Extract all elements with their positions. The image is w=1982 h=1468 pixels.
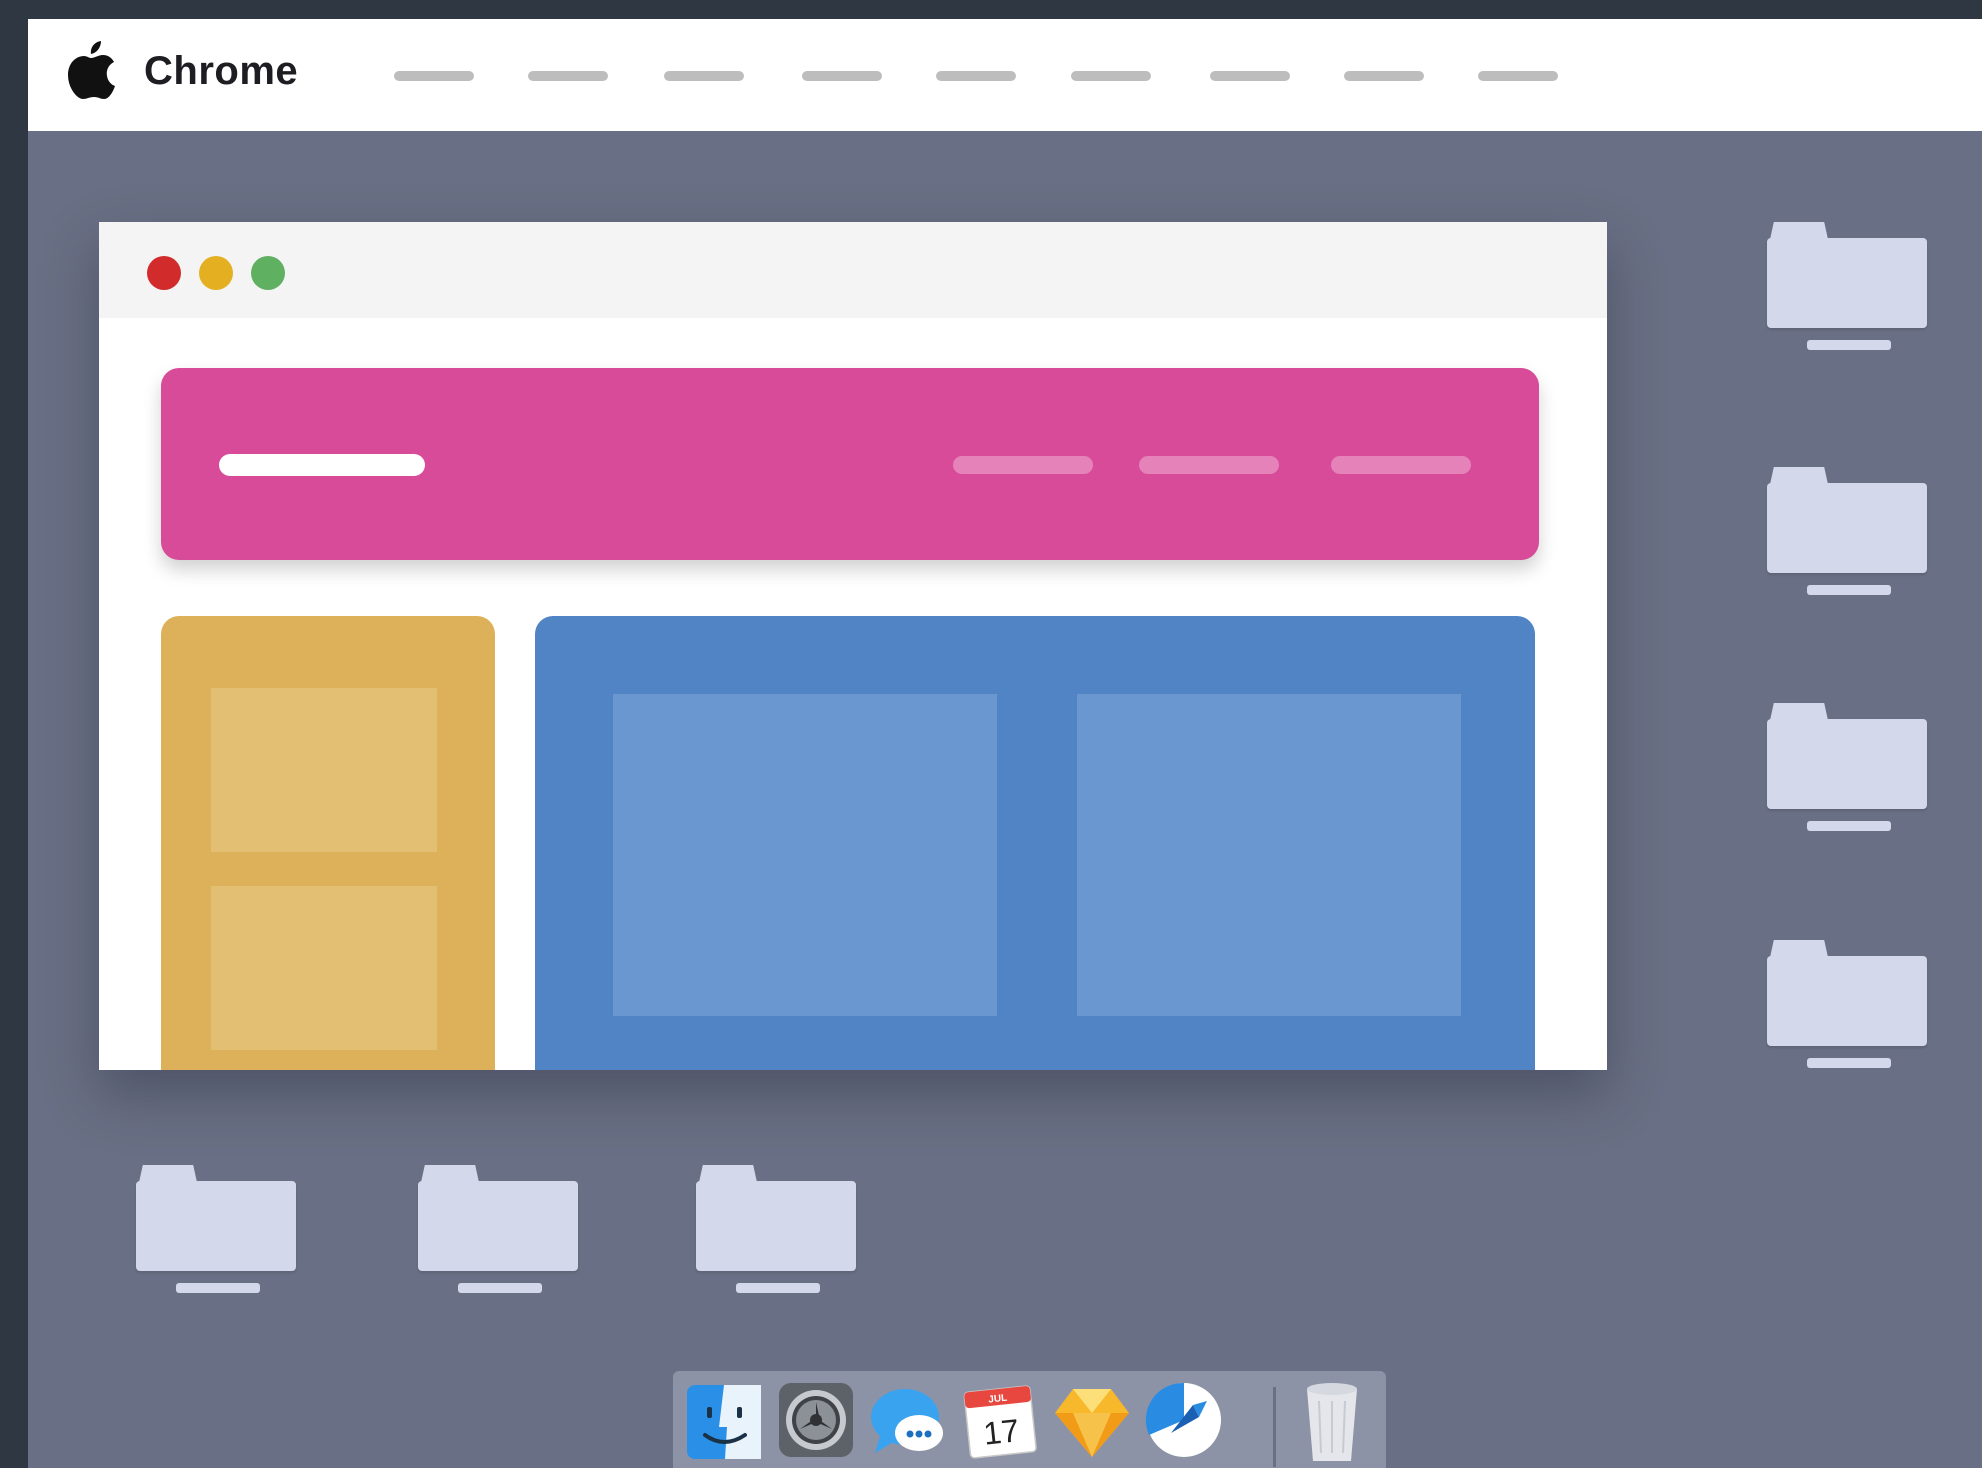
close-button[interactable] <box>147 256 181 290</box>
folder-icon[interactable] <box>1767 703 1927 831</box>
folder-label <box>1807 585 1891 595</box>
main-content-panel <box>535 616 1535 1070</box>
calendar-month: JUL <box>988 1393 1008 1406</box>
system-preferences-icon[interactable] <box>773 1377 859 1463</box>
menu-item-7[interactable] <box>1210 71 1290 81</box>
hero-title-placeholder <box>219 454 425 476</box>
calendar-day: 17 <box>982 1412 1021 1452</box>
dock: JUL 17 <box>673 1371 1386 1468</box>
folder-label <box>458 1283 542 1293</box>
menu-item-1[interactable] <box>394 71 474 81</box>
menu-item-4[interactable] <box>802 71 882 81</box>
sketch-icon[interactable] <box>1049 1377 1135 1463</box>
folder-label <box>736 1283 820 1293</box>
folder-label <box>1807 821 1891 831</box>
folder-icon[interactable] <box>418 1165 578 1293</box>
maximize-button[interactable] <box>251 256 285 290</box>
minimize-button[interactable] <box>199 256 233 290</box>
menu-item-2[interactable] <box>528 71 608 81</box>
folder-icon[interactable] <box>696 1165 856 1293</box>
menu-item-8[interactable] <box>1344 71 1424 81</box>
hero-nav-link-2[interactable] <box>1139 456 1279 474</box>
content-card-2 <box>1077 694 1461 1016</box>
folder-icon[interactable] <box>1767 222 1927 350</box>
hero-nav-link-3[interactable] <box>1331 456 1471 474</box>
hero-nav-link-1[interactable] <box>953 456 1093 474</box>
folder-icon[interactable] <box>136 1165 296 1293</box>
calendar-icon[interactable]: JUL 17 <box>957 1377 1043 1463</box>
browser-window[interactable] <box>99 222 1607 1070</box>
folder-label <box>1807 1058 1891 1068</box>
migration-icon[interactable] <box>1141 1377 1227 1463</box>
app-name[interactable]: Chrome <box>144 49 298 94</box>
folder-label <box>176 1283 260 1293</box>
apple-logo-icon[interactable] <box>64 39 118 101</box>
desktop: Chrome JUL 17 <box>28 19 1982 1468</box>
sidebar-panel <box>161 616 495 1070</box>
content-card-1 <box>613 694 997 1016</box>
trash-icon[interactable] <box>1289 1377 1375 1463</box>
sidebar-card-2 <box>211 886 437 1050</box>
folder-icon[interactable] <box>1767 940 1927 1068</box>
hero-banner <box>161 368 1539 560</box>
dock-separator <box>1273 1387 1276 1467</box>
menu-item-6[interactable] <box>1071 71 1151 81</box>
messages-icon[interactable] <box>865 1377 951 1463</box>
window-title-bar[interactable] <box>99 222 1607 318</box>
folder-label <box>1807 340 1891 350</box>
folder-icon[interactable] <box>1767 467 1927 595</box>
sidebar-card-1 <box>211 688 437 852</box>
menu-bar: Chrome <box>28 19 1982 131</box>
finder-icon[interactable] <box>681 1377 767 1463</box>
menu-item-5[interactable] <box>936 71 1016 81</box>
menu-item-3[interactable] <box>664 71 744 81</box>
menu-item-9[interactable] <box>1478 71 1558 81</box>
